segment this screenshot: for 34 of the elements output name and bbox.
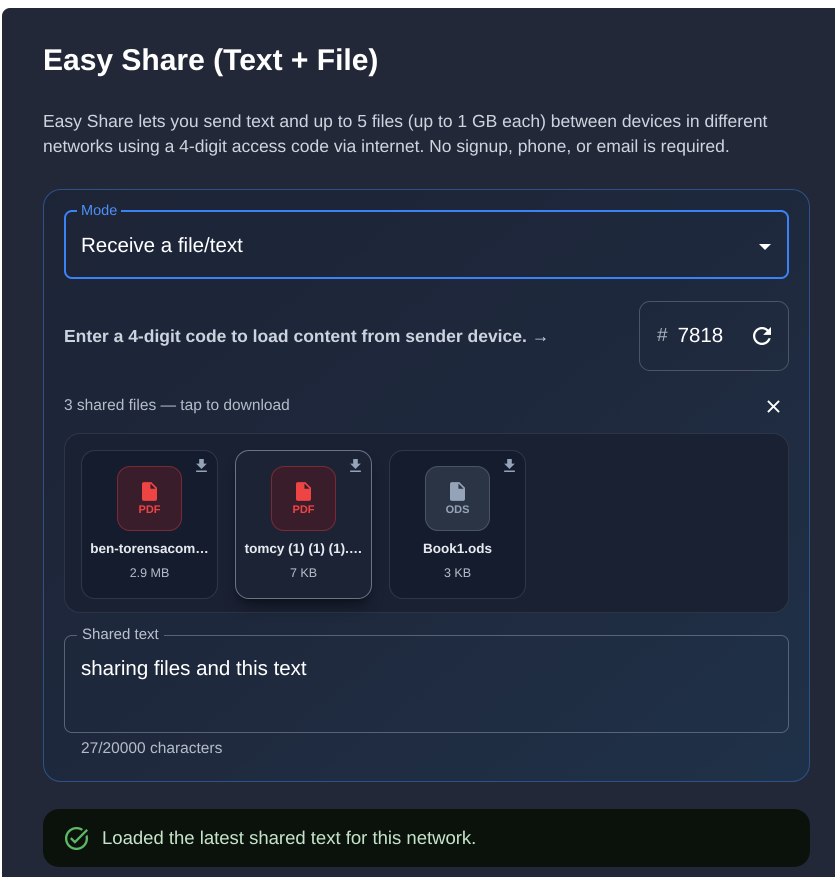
file-card[interactable]: PDF ben-torensacom… 2.9 MB bbox=[81, 450, 218, 599]
character-counter: 27/20000 characters bbox=[81, 739, 222, 759]
close-button[interactable] bbox=[766, 399, 780, 413]
alert-message: Loaded the latest shared text for this network. bbox=[102, 826, 476, 850]
file-type-label: ODS bbox=[446, 504, 470, 516]
field-label: Shared text bbox=[81, 626, 160, 644]
page-description: Easy Share lets you send text and up to 5 files (up to 1 GB each) between devices in different networks using a 4-digit access code via internet. No signup, phone, or email is required. bbox=[43, 110, 768, 158]
download-icon bbox=[504, 459, 515, 472]
file-card[interactable]: PDF tomcy (1) (1) (1).… 7 KB bbox=[235, 450, 372, 599]
caret-icon bbox=[759, 244, 771, 250]
refresh-button[interactable] bbox=[752, 326, 772, 346]
file-name: tomcy (1) (1) (1).… bbox=[244, 540, 362, 558]
mode-select[interactable]: Mode Receive a file/text bbox=[64, 202, 789, 279]
refresh-icon bbox=[753, 327, 771, 345]
code-prompt: Enter a 4-digit code to load content from sender device. → bbox=[64, 324, 550, 348]
file-name: Book1.ods bbox=[422, 540, 492, 558]
file-type-label: PDF bbox=[138, 504, 160, 516]
file-icon bbox=[142, 482, 157, 500]
file-size: 3 KB bbox=[444, 565, 472, 581]
close-icon bbox=[766, 400, 780, 412]
file-icon bbox=[450, 482, 465, 500]
download-icon bbox=[196, 459, 207, 472]
page-title: Easy Share (Text + File) bbox=[43, 43, 378, 79]
file-icon bbox=[296, 482, 311, 500]
file-size: 7 KB bbox=[290, 565, 318, 581]
file-type-label: PDF bbox=[292, 504, 314, 516]
code-field[interactable]: # 7818 bbox=[639, 301, 789, 371]
file-card[interactable]: ODS Book1.ods 3 KB bbox=[389, 450, 526, 599]
field-label: Mode bbox=[80, 202, 118, 220]
file-name: ben-torensacom… bbox=[90, 540, 209, 558]
shared-text-field[interactable]: Shared text sharing files and this text bbox=[64, 626, 789, 733]
file-size: 2.9 MB bbox=[130, 565, 170, 581]
download-icon bbox=[350, 459, 361, 472]
files-summary: 3 shared files — tap to download bbox=[64, 396, 290, 416]
